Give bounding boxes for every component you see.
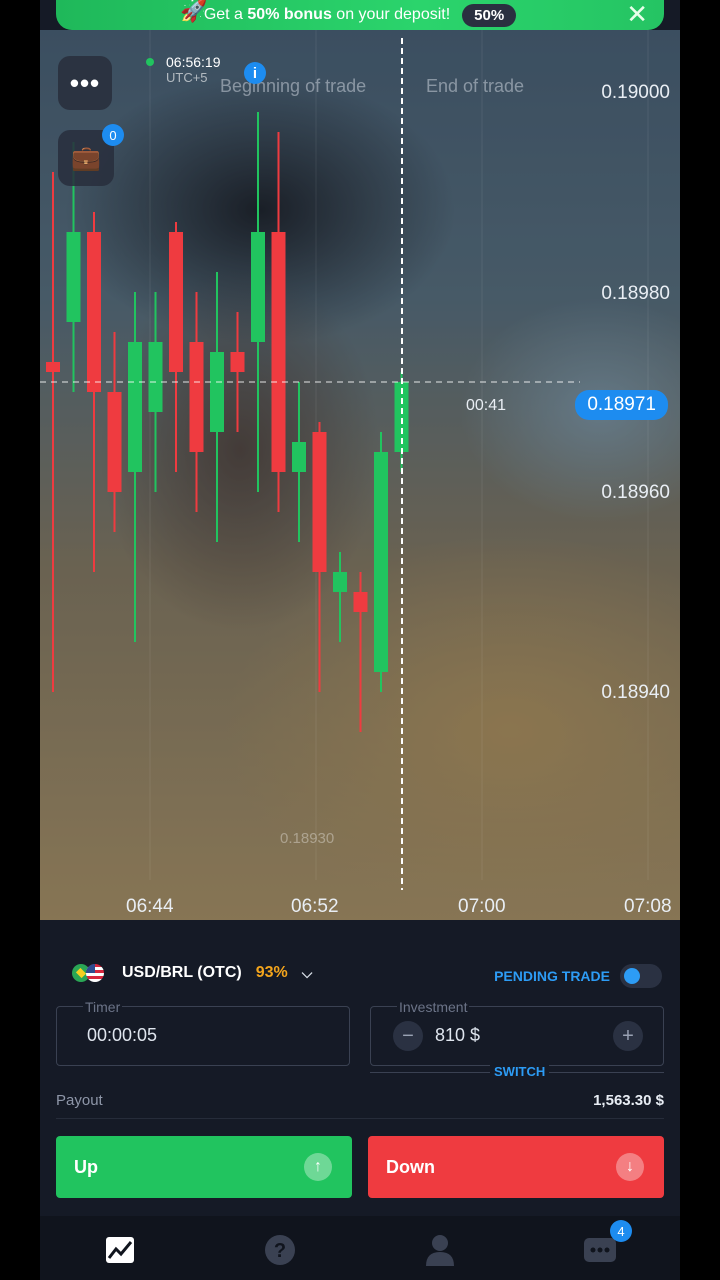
candle-body [312, 432, 327, 572]
payout-label: Payout [56, 1092, 103, 1109]
briefcase-icon: 💼 [71, 144, 101, 172]
server-clock: 06:56:19 UTC+5 [146, 54, 221, 86]
nav-chart[interactable] [100, 1232, 140, 1268]
promo-text: Get a 50% bonus on your deposit! [203, 6, 451, 23]
close-icon[interactable]: ✕ [626, 0, 648, 28]
rocket-icon: 🚀 [180, 0, 208, 23]
candle-body [169, 232, 183, 372]
timer-label: Timer [83, 999, 123, 1015]
pending-trade-toggle[interactable]: PENDING TRADE [494, 964, 662, 988]
candle-body [46, 362, 60, 372]
candle-body [66, 232, 81, 322]
price-axis-label: 0.18980 [601, 283, 670, 304]
info-icon[interactable]: i [244, 62, 266, 84]
down-label: Down [386, 1156, 435, 1177]
clock-time: 06:56:19 [166, 54, 221, 70]
clock-timezone: UTC+5 [166, 70, 208, 85]
notification-badge: 4 [610, 1220, 632, 1242]
trade-panel: USD/BRL (OTC) 93% ⌵ PENDING TRADE Timer … [40, 920, 680, 1216]
asset-payout-percent: 93% [255, 964, 288, 981]
candle-body [251, 232, 265, 342]
portfolio-badge: 0 [102, 124, 124, 146]
investment-label: Investment [397, 999, 470, 1015]
candle-body [333, 572, 347, 592]
investment-value: 810 $ [435, 1025, 481, 1045]
candle-body [128, 342, 142, 472]
app-root: 🚀 Get a 50% bonus on your deposit! 50% ✕… [40, 0, 680, 1280]
beginning-of-trade-label: Beginning of trade [220, 76, 367, 96]
candle-body [353, 592, 368, 612]
candle-body [189, 342, 204, 452]
candle-body [374, 452, 388, 672]
candlestick-chart [40, 30, 649, 890]
bottom-nav: ? 4 [40, 1216, 680, 1280]
divider [56, 1118, 664, 1119]
price-axis-label: 0.18960 [601, 482, 670, 503]
price-axis-label: 0.18940 [601, 682, 670, 703]
candle-body [271, 232, 286, 472]
down-button[interactable]: Down ↓ [368, 1136, 664, 1198]
svg-text:?: ? [274, 1240, 286, 1262]
time-axis-label: 06:52 [291, 896, 339, 917]
toggle-switch[interactable] [620, 964, 662, 988]
online-dot-icon [146, 58, 154, 66]
time-axis-label: 07:08 [624, 896, 672, 917]
current-price-tag: 0.18971 [575, 390, 668, 420]
faint-price-label: 0.18930 [280, 830, 335, 847]
switch-button[interactable]: SWITCH [490, 1064, 550, 1079]
candle-body [148, 342, 163, 412]
time-axis-label: 06:44 [126, 896, 174, 917]
candle-countdown: 00:41 [466, 397, 507, 414]
asset-name: USD/BRL (OTC) [122, 964, 242, 981]
promo-banner[interactable]: 🚀 Get a 50% bonus on your deposit! 50% ✕ [56, 0, 664, 30]
profile-icon [426, 1235, 454, 1266]
asset-selector[interactable]: USD/BRL (OTC) 93% ⌵ [72, 964, 312, 982]
more-menu-button[interactable]: ••• [58, 56, 112, 110]
arrow-down-icon: ↓ [616, 1153, 644, 1181]
timer-value: 00:00:05 [87, 1025, 158, 1045]
candle-body [230, 352, 245, 372]
time-axis-label: 07:00 [458, 896, 506, 917]
chevron-down-icon: ⌵ [301, 964, 313, 981]
investment-field[interactable]: Investment − 810 $ + [370, 999, 664, 1066]
promo-badge: 50% [462, 3, 517, 27]
up-button[interactable]: Up ↑ [56, 1136, 352, 1198]
arrow-up-icon: ↑ [304, 1153, 332, 1181]
nav-profile[interactable] [420, 1232, 460, 1268]
candle-body [87, 232, 101, 392]
price-axis-label: 0.19000 [601, 82, 670, 103]
dots-icon: ••• [69, 67, 101, 98]
end-of-trade-label: End of trade [426, 76, 525, 96]
pending-trade-label: PENDING TRADE [494, 968, 610, 984]
up-label: Up [74, 1156, 98, 1177]
nav-help[interactable]: ? [260, 1232, 300, 1268]
minus-icon[interactable]: − [393, 1021, 423, 1051]
more-icon [584, 1238, 616, 1262]
candle-body [292, 442, 306, 472]
portfolio-button[interactable]: 💼 0 [58, 124, 124, 186]
payout-value: 1,563.30 $ [593, 1092, 664, 1109]
candle-body [210, 352, 224, 432]
timer-field[interactable]: Timer 00:00:05 [56, 999, 350, 1066]
chart-icon [106, 1237, 134, 1263]
plus-icon[interactable]: + [613, 1021, 643, 1051]
currency-flags-icon [72, 964, 108, 982]
help-icon: ? [265, 1235, 295, 1265]
nav-more[interactable]: 4 [580, 1220, 632, 1268]
price-chart[interactable]: ••• 💼 0 06:56:19 UTC+5 i Beginning of tr… [40, 30, 680, 920]
candle-body [107, 392, 122, 492]
